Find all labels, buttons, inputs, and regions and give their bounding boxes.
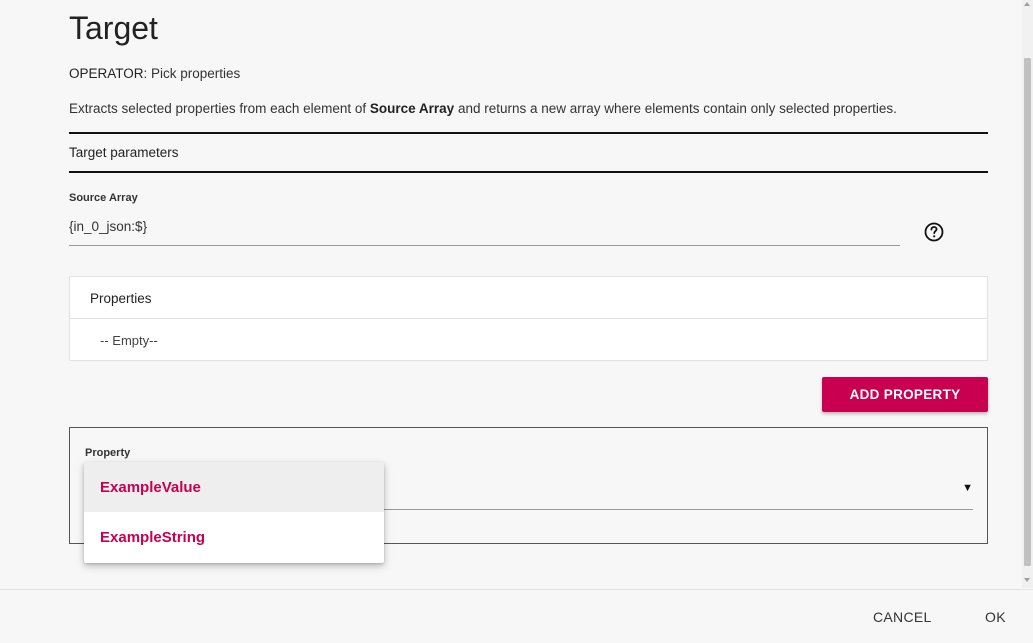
scroll-down-arrow-icon[interactable]	[1024, 578, 1030, 582]
add-property-button[interactable]: ADD PROPERTY	[822, 377, 988, 412]
dialog-content: Target OPERATOR: Pick properties Extract…	[0, 0, 1022, 588]
dropdown-option-label: ExampleValue	[100, 479, 201, 496]
source-array-input[interactable]	[69, 213, 900, 246]
dialog-footer: CANCEL OK	[0, 589, 1033, 643]
dropdown-option-example-string[interactable]: ExampleString	[84, 512, 384, 562]
dialog-title: Target	[69, 10, 158, 46]
vertical-scrollbar[interactable]	[1022, 0, 1033, 588]
properties-empty-row: -- Empty--	[70, 319, 987, 361]
dropdown-option-example-value[interactable]: ExampleValue	[84, 462, 384, 512]
scroll-up-arrow-icon[interactable]	[1024, 2, 1030, 6]
operator-value: : Pick properties	[143, 66, 241, 81]
question-circle-icon[interactable]	[924, 222, 944, 242]
description-text-end: and returns a new array where elements c…	[454, 101, 897, 116]
section-title: Target parameters	[69, 145, 179, 160]
properties-empty-text: -- Empty--	[100, 333, 158, 348]
caret-down-icon[interactable]: ▼	[962, 482, 973, 494]
properties-table-header: Properties	[70, 277, 987, 319]
operator-line: OPERATOR: Pick properties	[69, 66, 240, 81]
scrollbar-thumb[interactable]	[1024, 58, 1031, 566]
operator-description: Extracts selected properties from each e…	[69, 101, 897, 116]
dropdown-option-label: ExampleString	[100, 529, 206, 546]
description-bold: Source Array	[369, 101, 455, 116]
property-label: Property	[85, 447, 131, 459]
description-text-start: Extracts selected properties from each e…	[69, 101, 370, 116]
operator-key: OPERATOR	[69, 66, 144, 81]
cancel-button[interactable]: CANCEL	[873, 609, 932, 625]
section-header: Target parameters	[69, 132, 988, 173]
property-dropdown-menu: ExampleValue ExampleString	[84, 462, 384, 563]
ok-button[interactable]: OK	[985, 609, 1006, 625]
properties-table: Properties -- Empty--	[69, 276, 988, 361]
properties-header-label: Properties	[90, 291, 152, 306]
source-array-label: Source Array	[69, 192, 138, 204]
